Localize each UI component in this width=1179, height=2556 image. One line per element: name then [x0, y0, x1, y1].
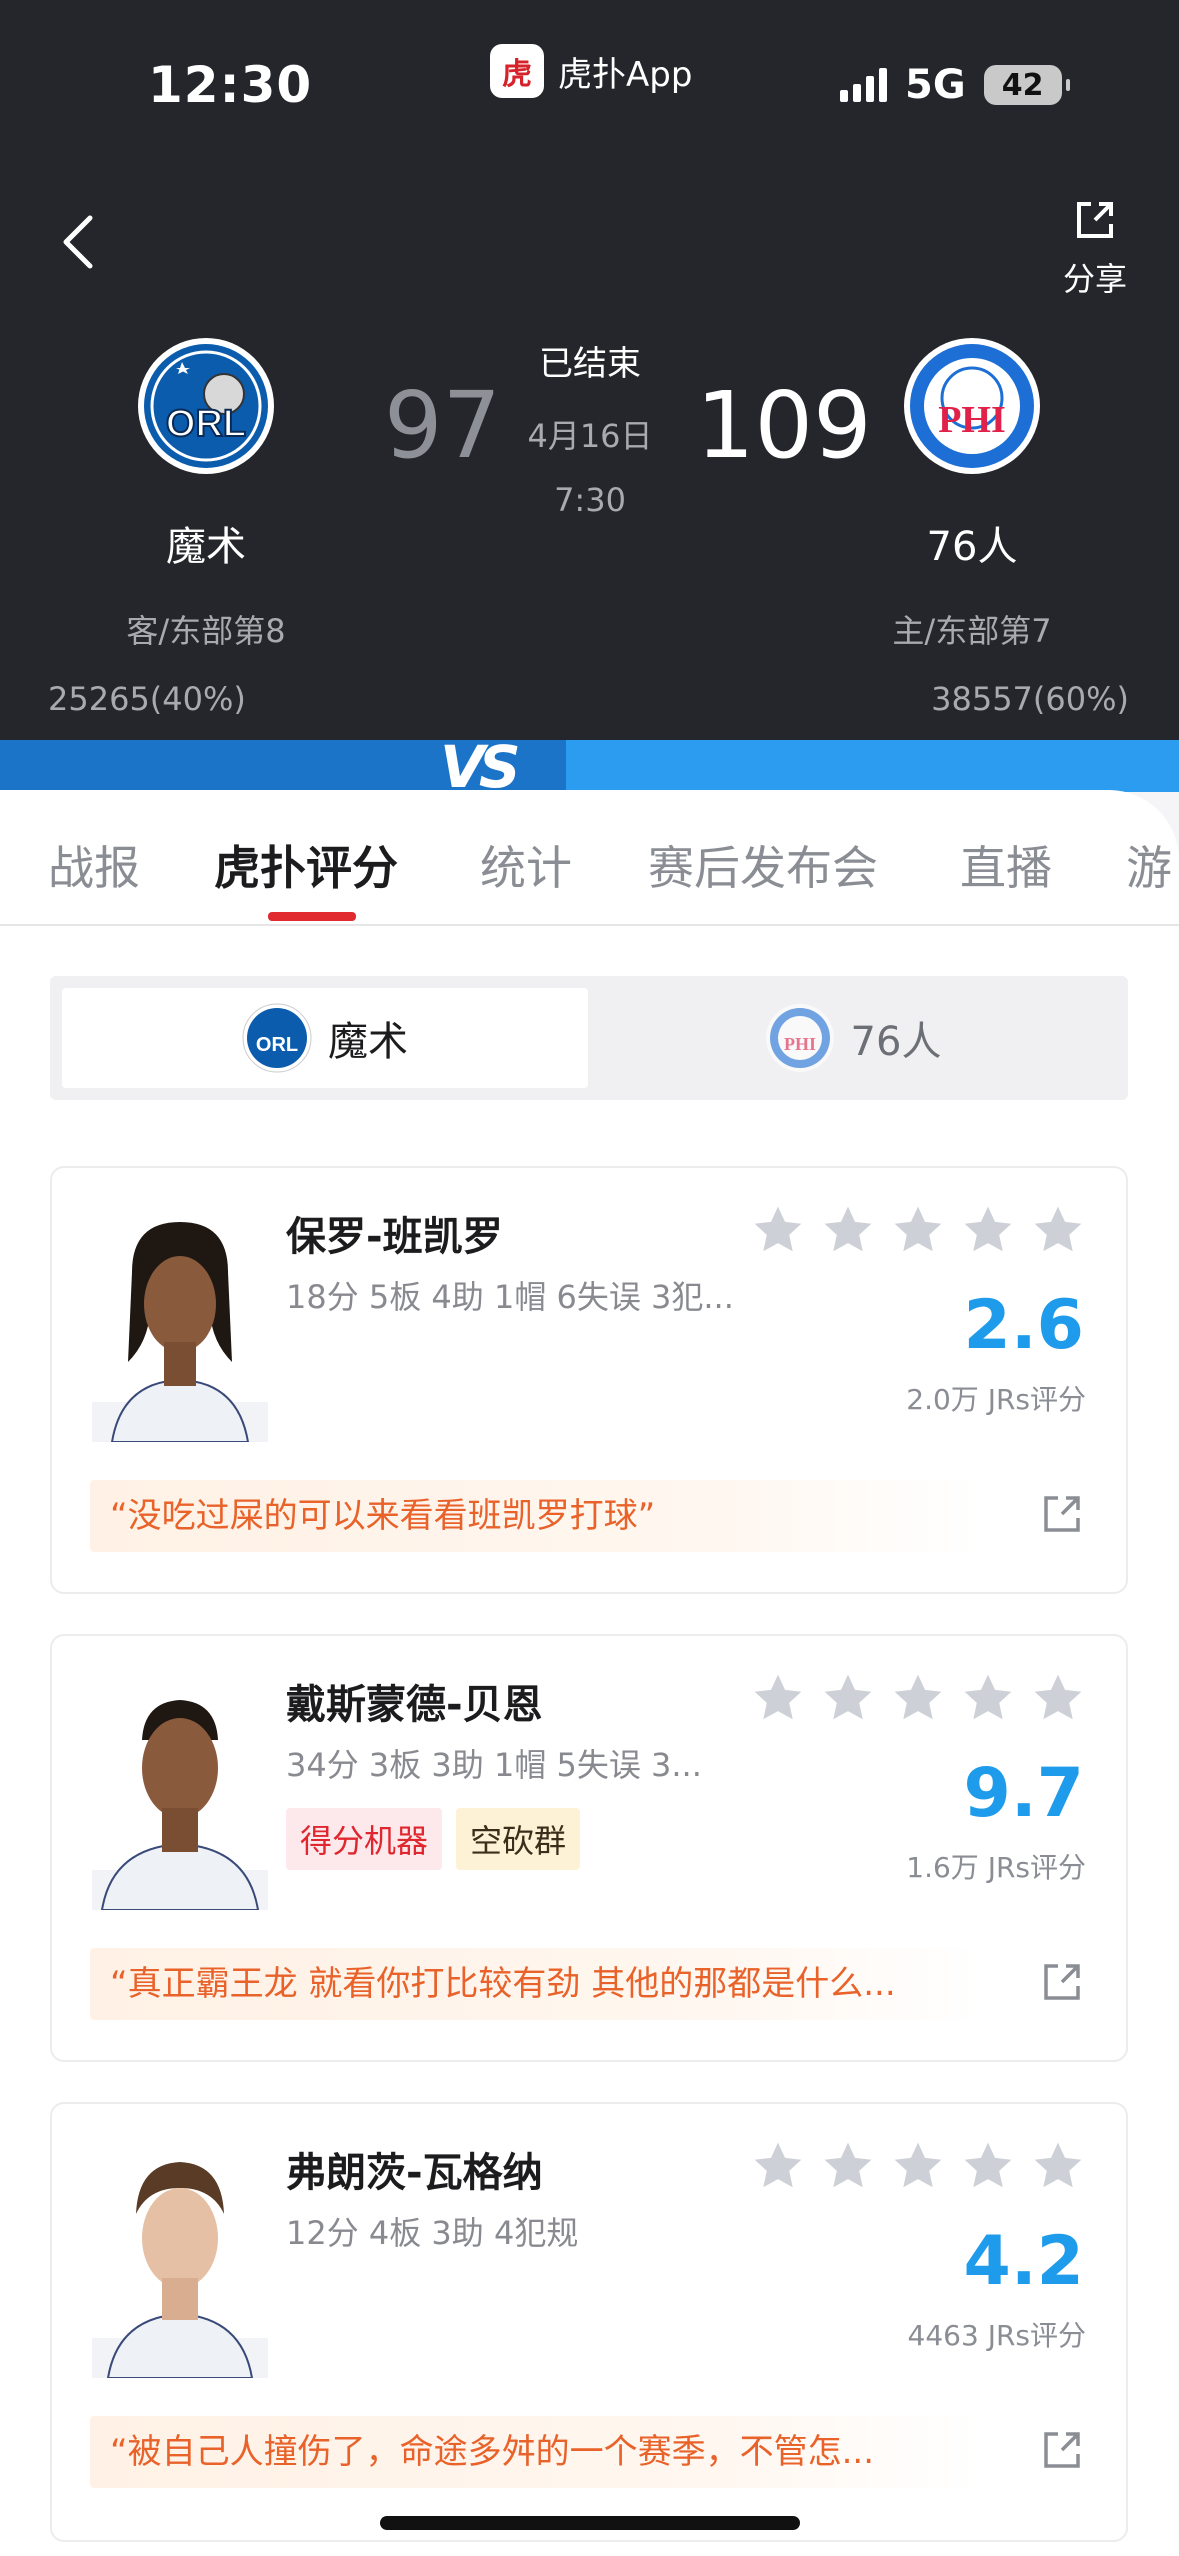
76ers-logo-icon: PHI: [904, 338, 1040, 474]
tab-press-conference[interactable]: 赛后发布会: [648, 832, 878, 898]
rating-stars[interactable]: [750, 1670, 1086, 1726]
tab-games[interactable]: 游: [1126, 832, 1172, 898]
svg-text:ORL: ORL: [256, 1034, 298, 1056]
star-icon[interactable]: [750, 1670, 806, 1726]
player-avatar: [92, 1700, 268, 1910]
away-support-count: 25265(40%): [48, 680, 246, 718]
back-button[interactable]: [52, 210, 106, 274]
home-support-count: 38557(60%): [931, 680, 1129, 718]
game-date: 4月16日: [527, 417, 653, 455]
player-tag[interactable]: 得分机器: [286, 1808, 443, 1870]
rating-content: ORL 魔术 PHI 76人 保罗-班凯罗 18分 5板 4助 1帽 6失误 3…: [0, 926, 1179, 2556]
tab-stats[interactable]: 统计: [480, 832, 572, 898]
share-button[interactable]: 分享: [1050, 196, 1140, 300]
star-icon[interactable]: [960, 1202, 1016, 1258]
tab-report[interactable]: 战报: [48, 832, 140, 898]
player-stats: 18分 5板 4助 1帽 6失误 3犯...: [286, 1278, 734, 1316]
status-time: 12:30: [148, 56, 313, 114]
home-team[interactable]: PHI 76人 主/东部第7: [862, 336, 1082, 652]
player-avatar: [92, 2162, 268, 2378]
player-rating: 4.2: [963, 2222, 1084, 2301]
player-card[interactable]: 弗朗茨-瓦格纳 12分 4板 3助 4犯规 4.2 4463 JRs评分 “被自…: [50, 2102, 1128, 2542]
star-icon[interactable]: [890, 2138, 946, 2194]
status-right: 5G 42: [840, 62, 1070, 108]
player-name: 弗朗茨-瓦格纳: [286, 2150, 543, 2196]
player-stats: 34分 3板 3助 1帽 5失误 3...: [286, 1746, 702, 1784]
rating-stars[interactable]: [750, 1202, 1086, 1258]
star-icon[interactable]: [1030, 2138, 1086, 2194]
team-toggle: ORL 魔术 PHI 76人: [50, 976, 1128, 1100]
toggle-magic-label: 魔术: [328, 1019, 408, 1065]
tab-active-indicator: [268, 912, 356, 921]
status-app-name: 虎扑App: [558, 54, 693, 95]
svg-text:PHI: PHI: [784, 1034, 816, 1054]
star-icon[interactable]: [960, 1670, 1016, 1726]
status-app-indicator: 虎 虎扑App: [490, 44, 692, 98]
game-status-label: 已结束: [539, 344, 641, 384]
share-icon[interactable]: [1038, 1490, 1086, 1538]
battery-icon: 42: [983, 65, 1070, 105]
signal-icon: [840, 68, 887, 102]
home-support-bar: [565, 740, 1179, 792]
share-label: 分享: [1062, 260, 1127, 298]
player-name: 保罗-班凯罗: [286, 1214, 503, 1260]
support-vs-bar: [0, 740, 1179, 792]
76ers-logo-icon: PHI: [765, 1004, 834, 1072]
player-card[interactable]: 戴斯蒙德-贝恩 34分 3板 3助 1帽 5失误 3... 得分机器 空砍群 9…: [50, 1634, 1128, 2062]
star-icon[interactable]: [750, 2138, 806, 2194]
star-icon[interactable]: [820, 1670, 876, 1726]
star-icon[interactable]: [820, 1202, 876, 1258]
player-stats: 12分 4板 3助 4犯规: [286, 2214, 579, 2252]
home-indicator[interactable]: [380, 2516, 800, 2530]
home-team-standing: 主/东部第7: [892, 612, 1052, 650]
player-card[interactable]: 保罗-班凯罗 18分 5板 4助 1帽 6失误 3犯... 2.6 2.0万 J…: [50, 1166, 1128, 1594]
home-score: 109: [696, 372, 872, 479]
magic-logo-icon: ORL: [138, 338, 274, 474]
share-icon[interactable]: [1038, 1958, 1086, 2006]
tab-hupu-rating[interactable]: 虎扑评分: [214, 832, 398, 898]
player-rating: 9.7: [963, 1754, 1084, 1833]
network-label: 5G: [905, 62, 966, 108]
rating-count: 1.6万 JRs评分: [906, 1851, 1086, 1884]
toggle-magic[interactable]: ORL 魔术: [62, 988, 588, 1088]
toggle-76ers-label: 76人: [850, 1019, 942, 1065]
hupu-logo-icon: 虎: [490, 44, 544, 98]
home-team-name: 76人: [926, 524, 1018, 570]
top-comment[interactable]: “被自己人撞伤了，命途多舛的一个赛季，不管怎...: [90, 2416, 980, 2488]
star-icon[interactable]: [820, 2138, 876, 2194]
svg-text:ORL: ORL: [166, 403, 246, 445]
away-score: 97: [384, 372, 502, 479]
star-icon[interactable]: [890, 1202, 946, 1258]
top-comment[interactable]: “没吃过屎的可以来看看班凯罗打球”: [90, 1480, 980, 1552]
star-icon[interactable]: [1030, 1670, 1086, 1726]
away-team-standing: 客/东部第8: [126, 612, 286, 650]
player-tag[interactable]: 空砍群: [456, 1808, 581, 1870]
game-status: 已结束 4月16日 7:30: [500, 336, 680, 519]
share-icon[interactable]: [1038, 2426, 1086, 2474]
tab-bar: 战报 虎扑评分 统计 赛后发布会 直播 游: [0, 790, 1179, 926]
tab-live[interactable]: 直播: [960, 832, 1052, 898]
star-icon[interactable]: [750, 1202, 806, 1258]
player-tags: 得分机器 空砍群: [286, 1808, 581, 1870]
top-comment[interactable]: “真正霸王龙 就看你打比较有劲 其他的那都是什么...: [90, 1948, 980, 2020]
star-icon[interactable]: [1030, 1202, 1086, 1258]
away-team[interactable]: ORL 魔术 客/东部第8: [96, 336, 316, 652]
away-team-name: 魔术: [166, 524, 246, 570]
rating-stars[interactable]: [750, 2138, 1086, 2194]
magic-logo-icon: ORL: [242, 1003, 312, 1073]
player-rating: 2.6: [963, 1286, 1084, 1365]
game-time: 7:30: [554, 481, 626, 519]
svg-text:PHI: PHI: [938, 399, 1006, 441]
game-header: 12:30 虎 虎扑App 5G 42 分享 ORL 魔术 客/东部第8 97 …: [0, 0, 1179, 740]
share-icon: [1077, 202, 1113, 238]
star-icon[interactable]: [960, 2138, 1016, 2194]
rating-count: 2.0万 JRs评分: [906, 1383, 1086, 1416]
star-icon[interactable]: [890, 1670, 946, 1726]
player-name: 戴斯蒙德-贝恩: [286, 1682, 543, 1728]
toggle-76ers[interactable]: PHI 76人: [590, 988, 1116, 1088]
rating-count: 4463 JRs评分: [907, 2319, 1086, 2352]
chevron-left-icon: [63, 215, 93, 269]
player-avatar: [92, 1222, 268, 1442]
